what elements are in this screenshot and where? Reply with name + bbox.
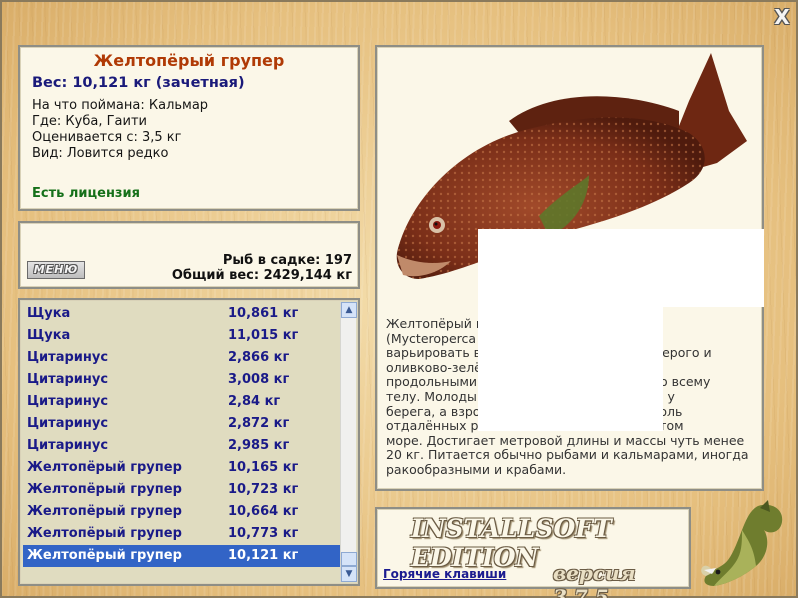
license-status: Есть лицензия xyxy=(32,186,140,201)
fish-name: Желтопёрый групер xyxy=(93,51,285,70)
scrollbar-thumb[interactable] xyxy=(341,552,357,566)
list-item[interactable]: Желтопёрый групер 10,664 кг xyxy=(23,501,341,523)
list-item[interactable]: Щука 10,861 кг xyxy=(23,303,341,325)
catch-list[interactable]: Щука 10,861 кг Щука 11,015 кг Цитаринус 2,866… xyxy=(18,298,360,586)
hotkeys-link[interactable]: Горячие клавиши xyxy=(383,567,506,581)
menu-button[interactable]: МЕНЮ xyxy=(27,261,85,279)
fish-name-cell: Щука xyxy=(27,306,71,321)
fish-weight-cell: 10,723 кг xyxy=(228,482,299,497)
fish-weight-cell: 10,861 кг xyxy=(228,306,299,321)
pike-icon xyxy=(701,500,783,586)
location-info: Где: Куба, Гаити xyxy=(32,114,147,129)
list-item[interactable]: Цитаринус 3,008 кг xyxy=(23,369,341,391)
fish-weight: Вес: 10,121 кг (зачетная) xyxy=(32,75,245,91)
fish-name-cell: Цитаринус xyxy=(27,438,109,453)
fish-weight-cell: 2,866 кг xyxy=(228,350,290,365)
description-line: 20 кг. Питается обычно рыбами и кальмара… xyxy=(386,447,749,463)
fish-weight-cell: 10,165 кг xyxy=(228,460,299,475)
list-item[interactable]: Желтопёрый групер 10,773 кг xyxy=(23,523,341,545)
fish-name-cell: Цитаринус xyxy=(27,416,109,431)
fish-count: Рыб в садке: 197 xyxy=(222,253,352,268)
fish-info-panel: Желтопёрый групер Вес: 10,121 кг (зачетн… xyxy=(18,45,360,211)
list-item[interactable]: Цитаринус 2,985 кг xyxy=(23,435,341,457)
fish-name-cell: Желтопёрый групер xyxy=(27,548,182,563)
fish-weight-cell: 10,664 кг xyxy=(228,504,299,519)
list-item[interactable]: Желтопёрый групер 10,723 кг xyxy=(23,479,341,501)
version-panel: INSTALLSOFT EDITION Горячие клавиши верс… xyxy=(375,507,691,598)
list-item[interactable]: Желтопёрый групер 10,165 кг xyxy=(23,457,341,479)
fish-weight-cell: 10,121 кг xyxy=(228,548,299,563)
fish-weight-cell: 2,872 кг xyxy=(228,416,290,431)
version-label: версия 3.7.5 xyxy=(553,561,636,598)
chevron-up-icon[interactable]: ▲ xyxy=(341,302,357,318)
fish-name-cell: Цитаринус xyxy=(27,350,109,365)
list-item[interactable]: Цитаринус 2,872 кг xyxy=(23,413,341,435)
fish-details: На что поймана: Кальмар Где: Куба, Гаити… xyxy=(32,98,346,162)
fish-weight-cell: 3,008 кг xyxy=(228,372,290,387)
total-weight: Общий вес: 2429,144 кг xyxy=(171,268,352,283)
fish-name-cell: Щука xyxy=(27,328,71,343)
fish-name-cell: Желтопёрый групер xyxy=(27,482,182,497)
list-item[interactable]: Цитаринус 2,84 кг xyxy=(23,391,341,413)
list-item[interactable]: Желтопёрый групер 10,121 кг xyxy=(23,545,341,567)
fish-name-cell: Цитаринус xyxy=(27,394,109,409)
fish-picture-panel: Желтопёрый г (Mycteroperca варьировать в… xyxy=(375,45,764,491)
bait-info: На что поймана: Кальмар xyxy=(32,98,209,113)
list-item[interactable]: Цитаринус 2,866 кг xyxy=(23,347,341,369)
chevron-down-icon[interactable]: ▼ xyxy=(341,566,357,582)
stats-panel: МЕНЮ Рыб в садке: 197 Общий вес: 2429,14… xyxy=(18,221,360,289)
fish-name-cell: Цитаринус xyxy=(27,372,109,387)
list-item[interactable]: Щука 11,015 кг xyxy=(23,325,341,347)
rarity-info: Вид: Ловится редко xyxy=(32,146,169,161)
cage-stats: Рыб в садке: 197 Общий вес: 2429,144 кг xyxy=(172,253,352,283)
description-line: ракообразными и крабами. xyxy=(386,461,567,477)
description-line: море. Достигает метровой длины и массы ч… xyxy=(386,432,745,448)
fish-name-cell: Желтопёрый групер xyxy=(27,460,182,475)
fish-weight-cell: 10,773 кг xyxy=(228,526,299,541)
fish-weight-cell: 11,015 кг xyxy=(228,328,299,343)
fish-name-cell: Желтопёрый групер xyxy=(27,526,182,541)
fish-weight-cell: 2,84 кг xyxy=(228,394,281,409)
description-overlay xyxy=(478,307,663,431)
close-button[interactable]: X xyxy=(771,7,793,27)
value-info: Оценивается с: 3,5 кг xyxy=(32,130,182,145)
fish-name-cell: Желтопёрый групер xyxy=(27,504,182,519)
catch-rows: Щука 10,861 кг Щука 11,015 кг Цитаринус 2,866… xyxy=(23,303,341,567)
image-overlay xyxy=(478,229,764,307)
fish-weight-cell: 2,985 кг xyxy=(228,438,290,453)
scrollbar[interactable]: ▲ ▼ xyxy=(340,302,357,582)
